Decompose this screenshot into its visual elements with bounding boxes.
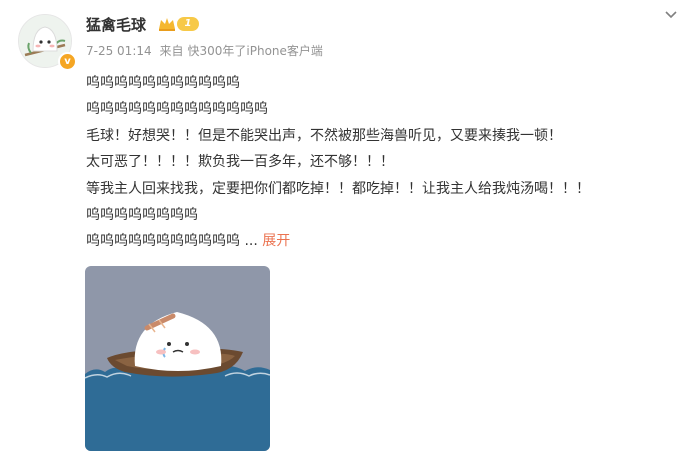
content-line: 呜呜呜呜呜呜呜呜呜呜呜呜呜 [86, 101, 268, 118]
content-line: 太可恶了！！！！欺负我一百多年，还不够！！！ [86, 154, 394, 171]
content-line: 毛球！好想哭！！但是不能哭出声，不然被那些海兽听见，又要来揍我一顿！ [86, 127, 562, 144]
username[interactable]: 猛禽毛球 [86, 15, 146, 35]
post-content: 呜呜呜呜呜呜呜呜呜呜呜 呜呜呜呜呜呜呜呜呜呜呜呜呜 毛球！好想哭！！但是不能哭出… [86, 70, 686, 255]
post-image[interactable] [85, 266, 270, 451]
post-meta: 7-25 01:14 来自 快300年了iPhone客户端 [86, 43, 327, 59]
post-source: 快300年了iPhone客户端 [187, 44, 323, 58]
content-line: 呜呜呜呜呜呜呜呜呜呜呜 [86, 75, 240, 91]
more-options-button[interactable] [663, 6, 679, 22]
post-timestamp[interactable]: 7-25 01:14 [86, 44, 152, 58]
source-prefix: 来自 [159, 44, 184, 58]
user-level[interactable]: 1 [158, 16, 199, 32]
ellipsis: ... [240, 233, 258, 250]
verified-badge: v [58, 52, 77, 71]
content-line: 呜呜呜呜呜呜呜呜呜呜呜 ... 展开 [86, 228, 686, 254]
expand-link[interactable]: 展开 [262, 233, 290, 249]
content-line: 呜呜呜呜呜呜呜呜 [86, 207, 198, 224]
crown-icon [159, 18, 175, 31]
content-line-text: 呜呜呜呜呜呜呜呜呜呜呜 [86, 233, 240, 250]
level-badge: 1 [177, 17, 199, 31]
content-line: 等我主人回来找我，定要把你们都吃掉！！都吃掉！！让我主人给我炖汤喝！！！ [86, 180, 590, 197]
chevron-down-icon [665, 11, 677, 19]
post-image-illustration [85, 266, 270, 451]
